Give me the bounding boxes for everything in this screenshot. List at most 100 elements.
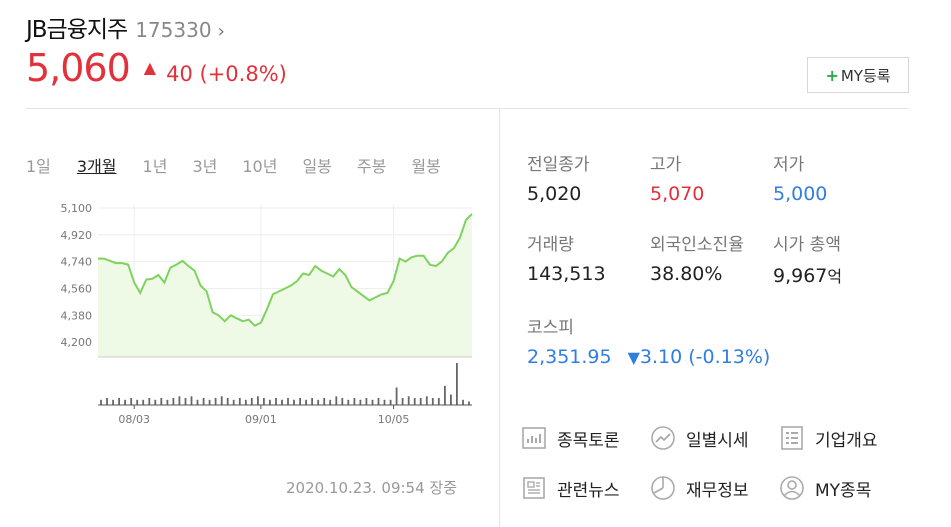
period-tab-monthly[interactable]: 월봉 xyxy=(411,153,440,177)
stock-code: 175330 xyxy=(135,18,212,42)
y-tick-label: 5,100 xyxy=(61,202,93,215)
volume-bar xyxy=(244,399,247,406)
link-my-stocks[interactable]: MY종목 xyxy=(779,475,871,501)
volume-bar xyxy=(106,398,108,405)
volume-bar xyxy=(178,396,181,406)
volume-bar xyxy=(166,399,169,406)
volume-bar xyxy=(353,398,356,405)
volume-bar xyxy=(341,398,344,405)
volume-bar xyxy=(444,385,446,406)
volume-bar xyxy=(160,398,163,405)
volume-bar xyxy=(299,398,301,405)
volume-bar xyxy=(154,399,157,406)
link-label: 관련뉴스 xyxy=(557,480,620,501)
pie-chart-icon xyxy=(651,476,675,500)
volume-bar xyxy=(383,399,386,406)
stat-prev-close: 전일종가 5,020 xyxy=(527,150,590,205)
period-tab-10y[interactable]: 10년 xyxy=(242,153,277,177)
link-related-news[interactable]: 관련뉴스 xyxy=(521,475,620,501)
period-tab-1y[interactable]: 1년 xyxy=(143,153,168,177)
kospi-value: 2,351.95 xyxy=(527,346,612,368)
period-tab-1d[interactable]: 1일 xyxy=(26,153,51,177)
stat-foreign-ratio: 외국인소진율 38.80% xyxy=(650,230,744,285)
stat-market-cap: 시가 총액 9,967억 xyxy=(773,230,842,287)
volume-bar xyxy=(281,399,283,406)
volume-bar xyxy=(100,399,102,406)
volume-bar xyxy=(208,399,211,406)
stat-value: 5,070 xyxy=(650,183,705,205)
y-tick-label: 4,920 xyxy=(61,229,93,242)
market-cap-unit: 억 xyxy=(827,267,843,286)
plus-icon: + xyxy=(825,65,839,85)
volume-bar xyxy=(275,398,277,405)
volume-bar xyxy=(112,399,114,406)
y-tick-label: 4,380 xyxy=(61,309,93,322)
volume-bar xyxy=(462,399,464,406)
volume-bar xyxy=(269,399,271,406)
stat-label: 시가 총액 xyxy=(773,235,841,255)
stat-value: 38.80% xyxy=(650,263,723,285)
volume-bar xyxy=(323,398,326,405)
volume-bar xyxy=(431,398,434,405)
period-tab-weekly[interactable]: 주봉 xyxy=(357,153,386,177)
x-tick-label: 10/05 xyxy=(378,413,410,426)
period-tab-daily[interactable]: 일봉 xyxy=(302,153,331,177)
volume-bar xyxy=(317,399,320,406)
my-register-button[interactable]: + MY등록 xyxy=(807,57,909,93)
volume-bar xyxy=(456,363,458,405)
newspaper-icon xyxy=(523,477,545,499)
volume-bar xyxy=(214,398,217,405)
link-label: MY종목 xyxy=(815,480,872,501)
volume-bar xyxy=(130,398,133,405)
volume-bar xyxy=(347,399,350,406)
volume-bar xyxy=(257,396,259,406)
price-row: 5,060 ▲ 40 (+0.8%) xyxy=(26,46,287,90)
y-tick-label: 4,560 xyxy=(61,282,93,295)
stat-label: 거래량 xyxy=(527,235,574,255)
period-tab-3m[interactable]: 3개월 xyxy=(77,153,117,177)
user-circle-icon xyxy=(780,476,804,500)
volume-bar xyxy=(419,398,422,405)
volume-bar xyxy=(226,398,229,405)
stat-value: 9,967억 xyxy=(773,263,842,287)
link-label: 기업개요 xyxy=(815,430,878,451)
volume-bar xyxy=(250,398,253,405)
period-tab-3y[interactable]: 3년 xyxy=(192,153,217,177)
volume-bar xyxy=(359,399,362,406)
volume-bar xyxy=(190,396,193,406)
divider-vertical xyxy=(499,108,500,527)
link-daily-price[interactable]: 일별시세 xyxy=(650,425,749,451)
chevron-right-icon[interactable]: › xyxy=(218,21,225,42)
price-chart[interactable]: 5,100 4,920 4,740 4,560 4,380 4,200 08/03 09/01… xyxy=(60,195,480,435)
stat-label: 외국인소진율 xyxy=(650,235,744,255)
stat-value: 5,020 xyxy=(527,183,582,205)
x-tick-label: 08/03 xyxy=(118,413,150,426)
volume-bar xyxy=(220,396,223,406)
volume-bar xyxy=(377,398,380,405)
list-doc-icon xyxy=(781,426,803,450)
kospi-change: 3.10 (-0.13%) xyxy=(639,346,771,368)
stat-kospi[interactable]: 코스피 2,351.95 ▼3.10 (-0.13%) xyxy=(527,313,770,368)
volume-bar xyxy=(468,401,470,405)
link-company-overview[interactable]: 기업개요 xyxy=(779,425,878,451)
volume-bar xyxy=(202,398,205,405)
x-tick-label: 09/01 xyxy=(245,413,277,426)
link-label: 재무정보 xyxy=(686,480,749,501)
stock-name[interactable]: JB금융지주 xyxy=(26,17,128,43)
link-financials[interactable]: 재무정보 xyxy=(650,475,749,501)
volume-bar xyxy=(124,399,126,406)
price-change: 40 (+0.8%) xyxy=(166,62,287,86)
volume-bar xyxy=(293,399,295,406)
volume-bar xyxy=(401,398,404,405)
stock-header[interactable]: JB금융지주 175330 › xyxy=(26,10,951,44)
link-label: 일별시세 xyxy=(686,430,749,451)
volume-bar xyxy=(329,399,332,406)
volume-bar xyxy=(232,399,235,406)
volume-bar xyxy=(118,398,120,405)
volume-bar xyxy=(407,396,410,406)
stat-high: 고가 5,070 xyxy=(650,150,704,205)
link-discussion[interactable]: 종목토론 xyxy=(521,425,620,451)
divider-horizontal xyxy=(26,108,909,109)
my-register-label: MY등록 xyxy=(840,66,891,85)
stat-volume: 거래량 143,513 xyxy=(527,230,606,285)
